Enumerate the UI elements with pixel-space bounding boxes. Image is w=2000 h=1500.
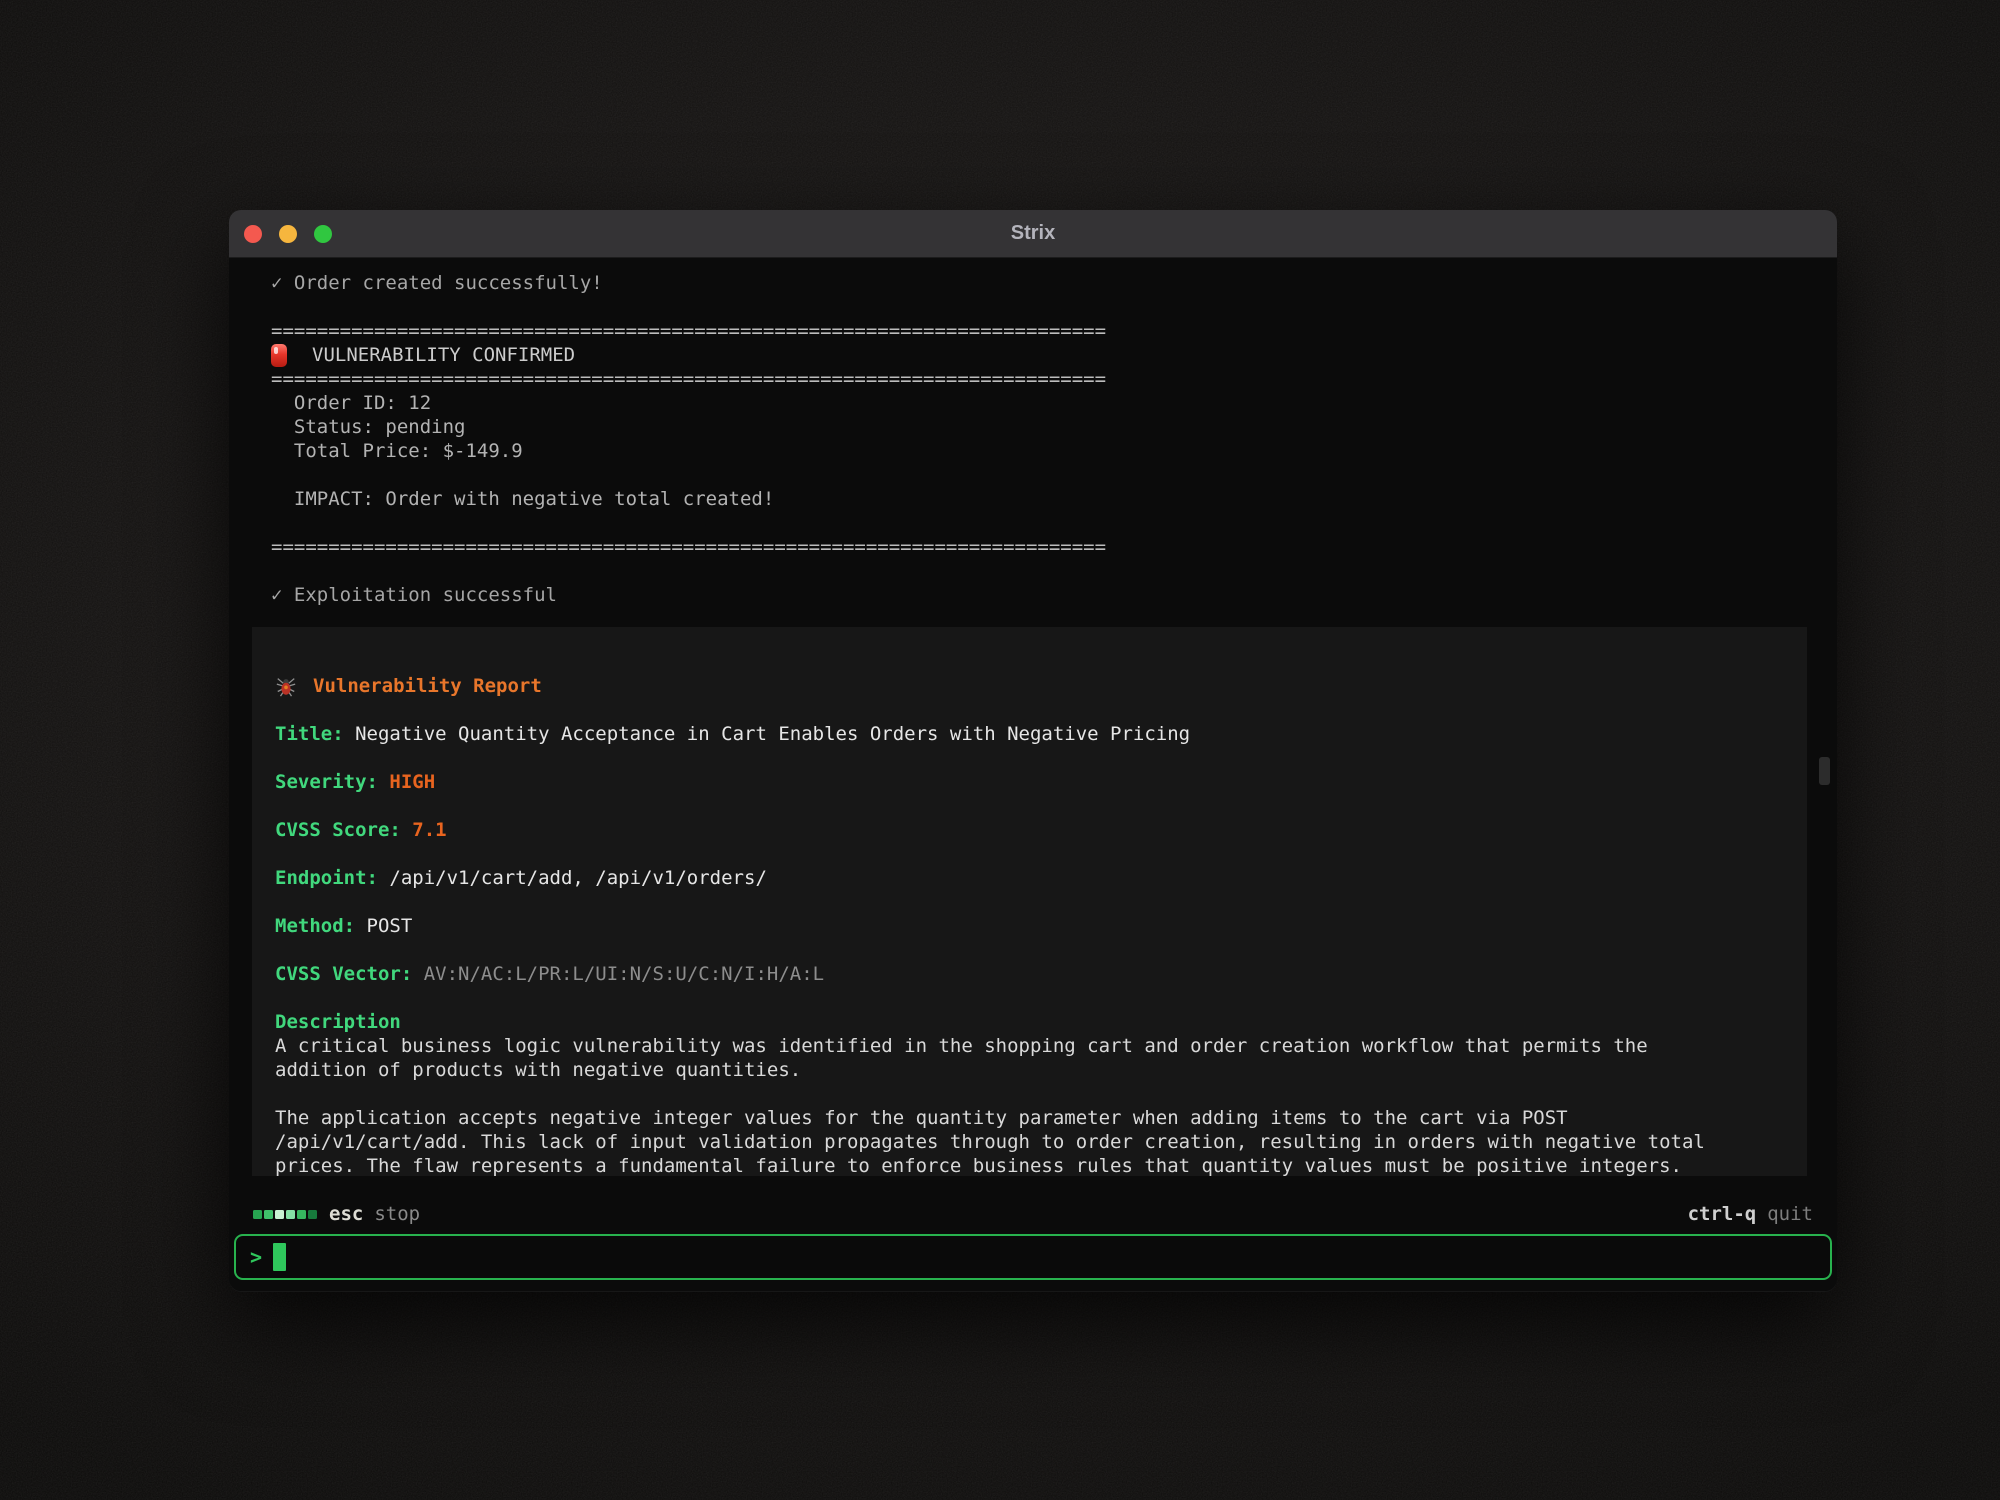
ctrl-q-key-hint: ctrl-q (1688, 1203, 1757, 1225)
report-field: Method: POST (275, 914, 1784, 938)
field-label: Method: (275, 915, 355, 937)
report-field: Title: Negative Quantity Acceptance in C… (275, 722, 1784, 746)
terminal-line-detail: Status: pending (271, 415, 1837, 439)
description-paragraph: A critical business logic vulnerability … (275, 1034, 1784, 1082)
terminal-line-detail: Order ID: 12 (271, 391, 1837, 415)
field-label: CVSS Score: (275, 819, 401, 841)
terminal-output: ✓ Order created successfully! ==========… (229, 258, 1837, 607)
confirmed-label: VULNERABILITY CONFIRMED (312, 343, 575, 367)
command-input[interactable]: > (234, 1234, 1832, 1280)
report-fields: Title: Negative Quantity Acceptance in C… (275, 722, 1784, 986)
report-field: CVSS Vector: AV:N/AC:L/PR:L/UI:N/S:U/C:N… (275, 962, 1784, 986)
activity-spinner (253, 1210, 317, 1219)
quit-action-label: quit (1767, 1203, 1813, 1225)
field-value: 7.1 (401, 819, 447, 841)
terminal-content: ✓ Order created successfully! ==========… (229, 258, 1837, 1291)
terminal-line-blank (271, 463, 1837, 487)
stop-action-label: stop (374, 1203, 420, 1225)
spinner-square (264, 1210, 273, 1219)
terminal-line-blank (271, 559, 1837, 583)
terminal-line-separator: ========================================… (271, 319, 1837, 343)
terminal-line-separator: ========================================… (271, 367, 1837, 391)
description-paragraphs: A critical business logic vulnerability … (275, 1034, 1784, 1176)
spinner-square (253, 1210, 262, 1219)
terminal-line-separator: ========================================… (271, 535, 1837, 559)
terminal-line-check: ✓ Exploitation successful (271, 583, 1837, 607)
esc-key-hint: esc (329, 1203, 363, 1225)
terminal-line-blank (271, 295, 1837, 319)
spinner-square (275, 1210, 284, 1219)
terminal-line-confirmed: VULNERABILITY CONFIRMED (271, 343, 1837, 367)
field-value: AV:N/AC:L/PR:L/UI:N/S:U/C:N/I:H/A:L (412, 963, 824, 985)
field-value: /api/v1/cart/add, /api/v1/orders/ (378, 867, 767, 889)
field-value: HIGH (378, 771, 435, 793)
terminal-line-check: ✓ Order created successfully! (271, 271, 1837, 295)
window-title: Strix (229, 222, 1837, 245)
app-window: Strix ✓ Order created successfully! ====… (229, 210, 1837, 1292)
terminal-line-detail: Total Price: $-149.9 (271, 439, 1837, 463)
description-heading: Description (275, 1010, 1784, 1034)
field-value: Negative Quantity Acceptance in Cart Ena… (344, 723, 1190, 745)
report-field: Severity: HIGH (275, 770, 1784, 794)
report-field: Endpoint: /api/v1/cart/add, /api/v1/orde… (275, 866, 1784, 890)
field-label: CVSS Vector: (275, 963, 412, 985)
terminal-line-detail: IMPACT: Order with negative total create… (271, 487, 1837, 511)
field-label: Severity: (275, 771, 378, 793)
vulnerability-report-panel: Vulnerability Report Title: Negative Qua… (252, 627, 1807, 1176)
scrollbar-thumb[interactable] (1819, 757, 1830, 785)
description-paragraph: The application accepts negative integer… (275, 1106, 1784, 1176)
field-label: Endpoint: (275, 867, 378, 889)
status-bar: esc stop ctrl-q quit (229, 1202, 1837, 1226)
field-value: POST (355, 915, 412, 937)
text-cursor (273, 1243, 286, 1271)
spinner-square (286, 1210, 295, 1219)
terminal-line-blank (271, 511, 1837, 535)
prompt-symbol: > (250, 1245, 262, 1269)
report-header: Vulnerability Report (275, 674, 1784, 698)
report-header-label: Vulnerability Report (313, 674, 542, 698)
report-field: CVSS Score: 7.1 (275, 818, 1784, 842)
spinner-square (308, 1210, 317, 1219)
spinner-square (297, 1210, 306, 1219)
spider-icon (275, 675, 297, 697)
siren-icon (271, 344, 287, 367)
title-bar: Strix (229, 210, 1837, 258)
field-label: Title: (275, 723, 344, 745)
